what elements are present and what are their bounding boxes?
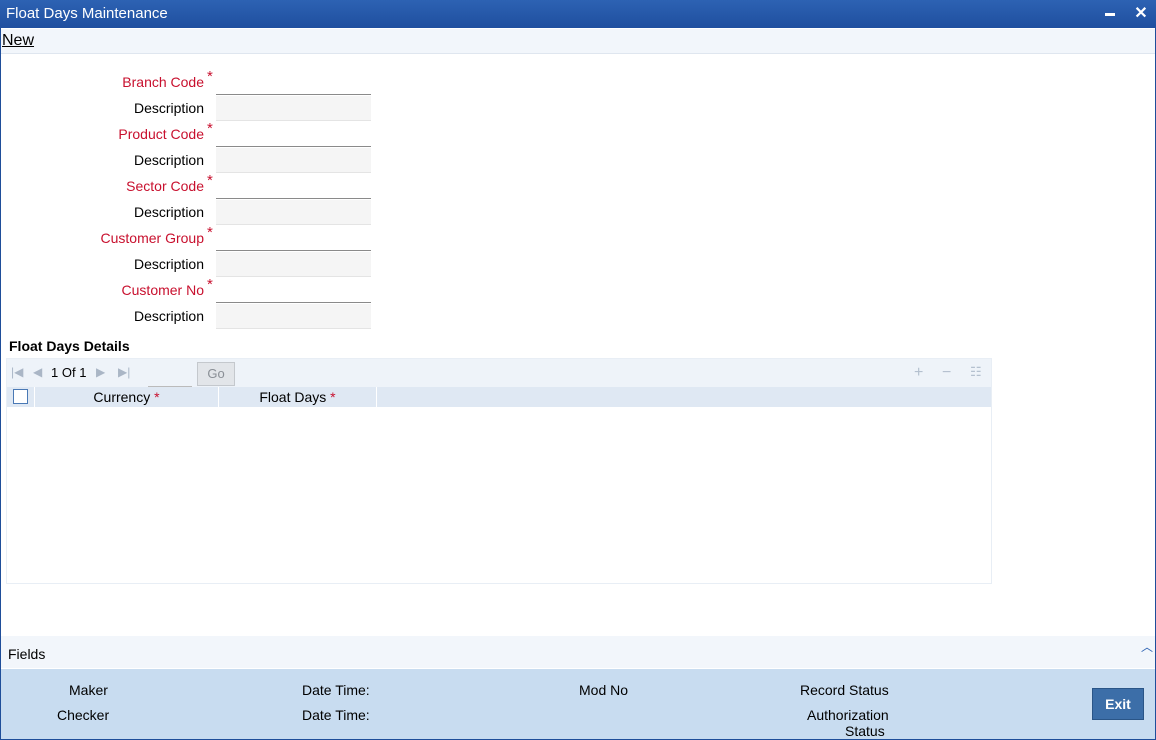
product-code-input[interactable]	[216, 122, 371, 147]
checker-label: Checker	[57, 707, 110, 723]
column-header-float-days: Float Days *	[219, 389, 376, 405]
product-code-label: Product Code	[118, 126, 204, 142]
fields-label: Fields	[8, 646, 46, 662]
grid-header: Currency * Float Days *	[7, 387, 991, 407]
page-of-label: Of	[61, 365, 76, 380]
select-all-checkbox[interactable]	[13, 389, 28, 404]
close-icon[interactable]: ✕	[1130, 3, 1152, 25]
branch-description-field	[216, 96, 371, 121]
branch-description-label: Description	[133, 100, 204, 116]
customer-description-field	[216, 304, 371, 329]
chevron-up-icon[interactable]: ︿	[1141, 638, 1153, 655]
record-status-label: Record Status	[800, 682, 889, 698]
customer-group-label: Customer Group	[100, 230, 204, 246]
required-marker: *	[207, 172, 213, 189]
title-bar: Float Days Maintenance ▬ ✕	[0, 0, 1156, 28]
page-current: 1	[51, 365, 59, 380]
float-days-details-title: Float Days Details	[9, 338, 130, 354]
customer-group-description-field	[216, 252, 371, 277]
maker-date-time-label: Date Time:	[302, 682, 370, 698]
page-number-input[interactable]	[148, 362, 192, 387]
currency-header-label: Currency	[93, 389, 151, 405]
required-marker: *	[207, 276, 213, 293]
page-indicator: 1 Of 1	[51, 365, 86, 380]
page-total: 1	[79, 365, 87, 380]
customer-no-label: Customer No	[121, 282, 204, 298]
minimize-icon[interactable]: ▬	[1099, 3, 1121, 25]
new-link[interactable]: New	[2, 32, 34, 50]
required-marker: *	[330, 389, 336, 405]
single-view-icon[interactable]: ☷	[970, 364, 982, 380]
previous-page-icon[interactable]: ◀	[33, 365, 42, 379]
fields-bar[interactable]: Fields ︿	[1, 636, 1155, 668]
authorization-label: Authorization	[807, 707, 889, 723]
last-page-icon[interactable]: ▶|	[118, 365, 130, 379]
product-description-field	[216, 148, 371, 173]
menu-bar: New	[1, 29, 1155, 54]
column-header-currency: Currency *	[35, 389, 218, 405]
next-page-icon[interactable]: ▶	[96, 365, 105, 379]
required-marker: *	[207, 120, 213, 137]
customer-no-input[interactable]	[216, 278, 371, 303]
authorization-status-label: Status	[845, 723, 885, 739]
sector-code-input[interactable]	[216, 174, 371, 199]
sector-code-label: Sector Code	[126, 178, 204, 194]
sector-description-label: Description	[133, 204, 204, 220]
mod-no-label: Mod No	[579, 682, 629, 698]
delete-row-icon[interactable]: −	[942, 364, 951, 382]
audit-footer: Maker Checker Date Time: Date Time: Mod …	[1, 669, 1155, 739]
required-marker: *	[154, 389, 160, 405]
first-page-icon[interactable]: |◀	[11, 365, 23, 379]
float-days-header-label: Float Days	[259, 389, 327, 405]
required-marker: *	[207, 224, 213, 241]
product-description-label: Description	[133, 152, 204, 168]
sector-description-field	[216, 200, 371, 225]
float-days-grid: |◀ ◀ 1 Of 1 ▶ ▶| Go + − ☷ Currency * Flo…	[6, 358, 992, 584]
go-button[interactable]: Go	[197, 362, 235, 386]
column-divider	[376, 387, 377, 407]
maker-label: Maker	[69, 682, 108, 698]
customer-group-input[interactable]	[216, 226, 371, 251]
required-marker: *	[207, 68, 213, 85]
checker-date-time-label: Date Time:	[302, 707, 370, 723]
exit-button[interactable]: Exit	[1092, 688, 1144, 720]
add-row-icon[interactable]: +	[914, 364, 923, 382]
customer-group-description-label: Description	[133, 256, 204, 272]
branch-code-input[interactable]	[216, 70, 371, 95]
grid-toolbar: |◀ ◀ 1 Of 1 ▶ ▶| Go + − ☷	[7, 359, 991, 387]
window-title: Float Days Maintenance	[6, 5, 168, 22]
branch-code-label: Branch Code	[122, 74, 204, 90]
customer-description-label: Description	[133, 308, 204, 324]
